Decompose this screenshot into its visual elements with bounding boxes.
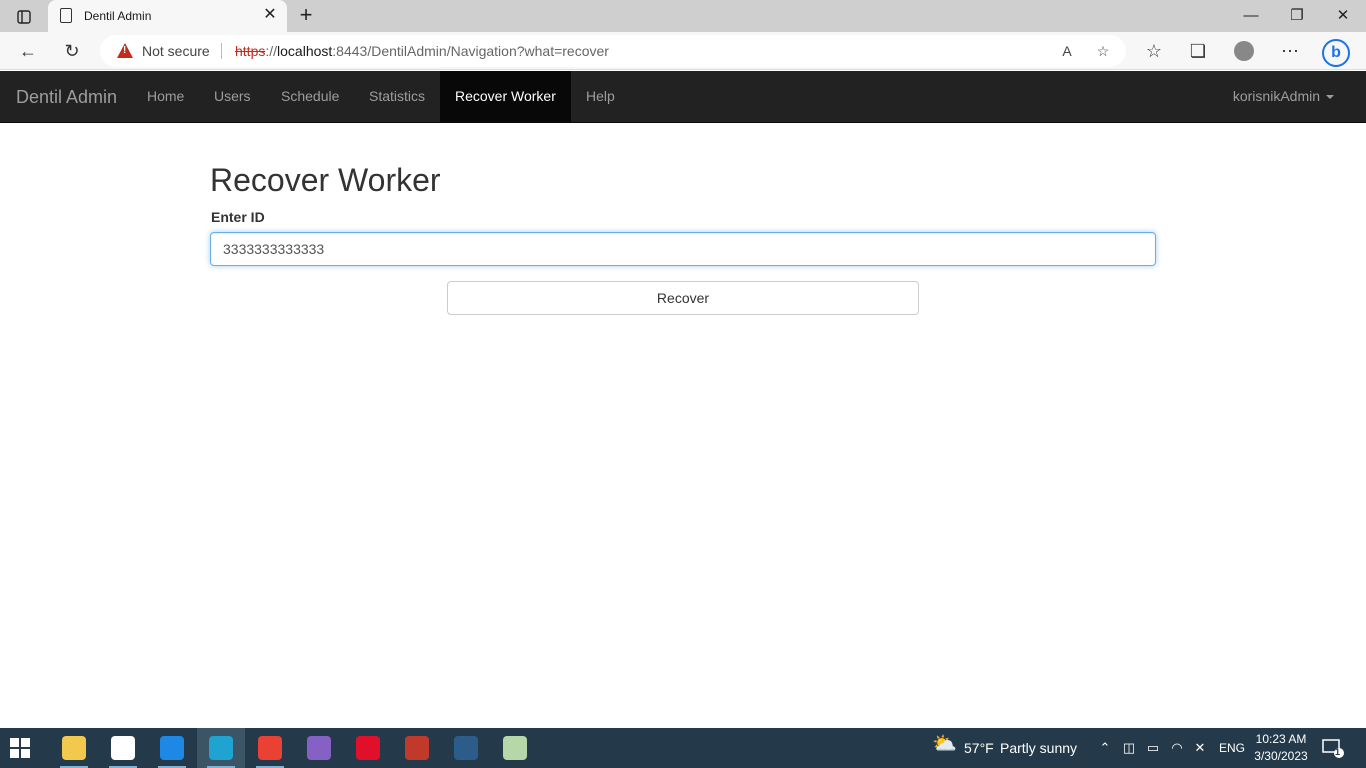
tab-actions-icon[interactable] <box>10 6 38 28</box>
divider <box>221 43 222 59</box>
windows-start-icon[interactable] <box>10 738 30 758</box>
page-icon <box>60 8 72 23</box>
close-tab-icon[interactable]: ✕ <box>261 6 279 24</box>
site-navbar: Dentil Admin Home Users Schedule Statist… <box>0 71 1366 123</box>
clock-date: 3/30/2023 <box>1254 749 1308 763</box>
language-indicator[interactable]: ENG <box>1219 741 1245 755</box>
weather-condition[interactable]: Partly sunny <box>1000 740 1077 756</box>
read-aloud-icon[interactable]: A <box>1056 40 1078 62</box>
store-icon <box>111 736 135 760</box>
nav-users[interactable]: Users <box>199 71 266 122</box>
profile-avatar-icon[interactable] <box>1230 38 1258 64</box>
weather-icon[interactable]: ⛅ <box>932 734 957 760</box>
game-app-icon <box>405 736 429 760</box>
taskbar-app-7[interactable] <box>393 728 441 768</box>
nav-schedule[interactable]: Schedule <box>266 71 354 122</box>
taskbar-app-8[interactable] <box>442 728 490 768</box>
edge-icon <box>209 736 233 760</box>
chevron-up-icon[interactable]: ⌃ <box>1097 740 1113 756</box>
file-explorer-icon <box>62 736 86 760</box>
bing-chat-icon[interactable]: b <box>1322 38 1350 67</box>
brand-link[interactable]: Dentil Admin <box>16 87 117 108</box>
clock[interactable]: 10:23 AM 3/30/2023 <box>1248 731 1314 765</box>
nav-home[interactable]: Home <box>132 71 199 122</box>
weather-temp[interactable]: 57°F <box>964 740 994 756</box>
battery-icon[interactable]: ▭ <box>1145 740 1161 756</box>
wifi-icon[interactable]: ◠ <box>1169 740 1185 756</box>
taskbar-app-4[interactable] <box>246 728 294 768</box>
id-input[interactable] <box>210 232 1156 266</box>
address-bar[interactable]: Not secure https://localhost:8443/Dentil… <box>100 35 1126 67</box>
more-options-icon[interactable]: ⋯ <box>1276 38 1304 64</box>
clock-time: 10:23 AM <box>1255 732 1307 746</box>
nav-help[interactable]: Help <box>571 71 630 122</box>
nav-recover-worker[interactable]: Recover Worker <box>440 71 571 122</box>
collections-icon[interactable]: ❏ <box>1184 38 1212 64</box>
browser-tab[interactable]: Dentil Admin ✕ <box>48 0 287 32</box>
taskbar-app-5[interactable] <box>295 728 343 768</box>
notification-count: 1 <box>1335 747 1341 757</box>
taskbar-app-2[interactable] <box>148 728 196 768</box>
paint-icon <box>503 736 527 760</box>
volume-muted-icon[interactable]: ✕ <box>1192 740 1208 756</box>
security-label[interactable]: Not secure <box>142 43 210 59</box>
recover-button[interactable]: Recover <box>447 281 919 315</box>
sql-workbench-icon <box>454 736 478 760</box>
window-close-icon[interactable]: ✕ <box>1320 4 1366 28</box>
taskbar-app-3[interactable] <box>197 728 245 768</box>
page-title: Recover Worker <box>210 162 441 198</box>
notifications-icon[interactable]: 1 <box>1322 738 1344 758</box>
visual-studio-icon <box>307 736 331 760</box>
favorites-icon[interactable]: ☆ <box>1140 38 1168 64</box>
tab-title: Dentil Admin <box>84 9 152 23</box>
user-menu[interactable]: korisnikAdmin <box>1233 71 1334 122</box>
nav-statistics[interactable]: Statistics <box>354 71 440 122</box>
minimize-icon[interactable]: — <box>1228 4 1274 28</box>
browser-tabstrip: Dentil Admin ✕ + — ❐ ✕ <box>0 0 1366 32</box>
chrome-icon <box>258 736 282 760</box>
url-text[interactable]: https://localhost:8443/DentilAdmin/Navig… <box>235 43 609 59</box>
refresh-icon[interactable]: ↻ <box>58 38 86 64</box>
back-icon[interactable]: ← <box>14 38 42 64</box>
id-label: Enter ID <box>211 209 265 225</box>
user-name: korisnikAdmin <box>1232 88 1320 104</box>
taskbar-app-9[interactable] <box>491 728 539 768</box>
add-favorite-icon[interactable]: ☆ <box>1092 40 1114 62</box>
taskbar: ⛅ 57°F Partly sunny ⌃ ◫ ▭ ◠ ✕ ENG 10:23 … <box>0 728 1366 768</box>
browser-toolbar: ← ↻ Not secure https://localhost:8443/De… <box>0 32 1366 70</box>
taskbar-app-0[interactable] <box>50 728 98 768</box>
warning-icon <box>117 43 133 58</box>
taskbar-app-6[interactable] <box>344 728 392 768</box>
new-tab-icon[interactable]: + <box>294 3 318 27</box>
meet-now-icon[interactable]: ◫ <box>1121 740 1137 756</box>
taskbar-app-1[interactable] <box>99 728 147 768</box>
mail-icon <box>160 736 184 760</box>
opera-icon <box>356 736 380 760</box>
caret-down-icon <box>1326 95 1334 100</box>
restore-icon[interactable]: ❐ <box>1274 4 1320 28</box>
